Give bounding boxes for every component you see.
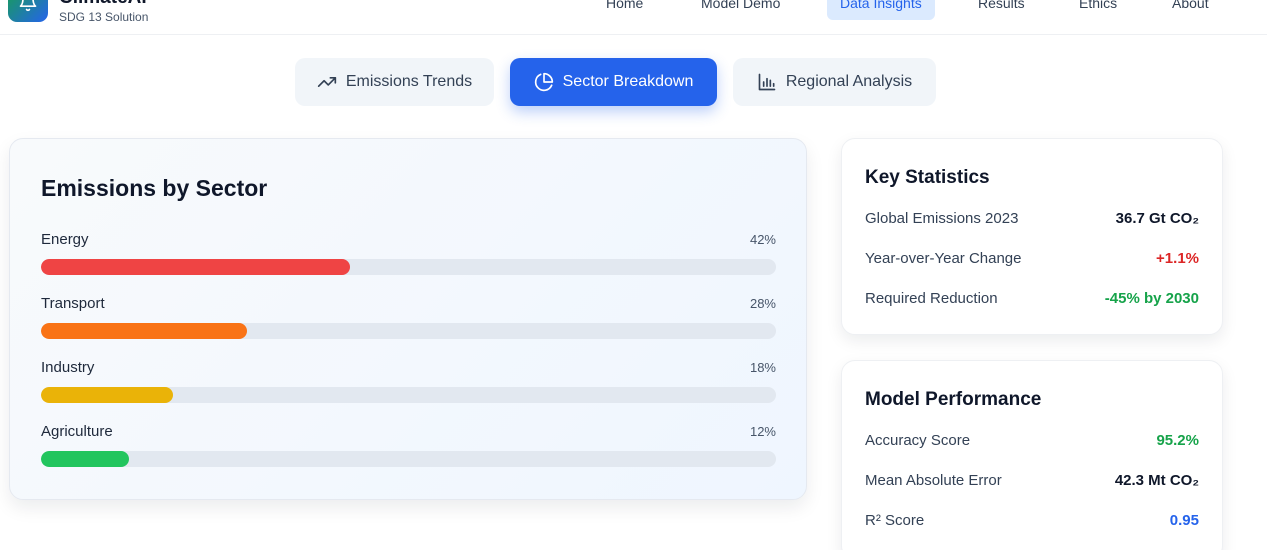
- sector-percent: 42%: [749, 232, 776, 247]
- card-title: Model Performance: [865, 389, 1042, 410]
- sector-percent: 18%: [749, 360, 776, 375]
- sector-percent: 12%: [749, 424, 776, 439]
- progress-fill: [41, 259, 350, 275]
- nav-item-home[interactable]: Home: [606, 0, 643, 20]
- tab-sector-breakdown[interactable]: Sector Breakdown: [510, 58, 717, 106]
- tab-label: Emissions Trends: [345, 73, 473, 90]
- stat-row: Year-over-Year Change +1.1%: [865, 250, 1199, 272]
- stat-value: 0.95: [1169, 512, 1199, 529]
- stat-label: Required Reduction: [865, 290, 998, 307]
- stat-label: Year-over-Year Change: [865, 250, 1022, 267]
- progress-track: [41, 451, 776, 467]
- tab-regional-analysis[interactable]: Regional Analysis: [733, 58, 936, 106]
- sector-row-agriculture: Agriculture 12%: [41, 423, 776, 469]
- stat-value: +1.1%: [1156, 250, 1199, 267]
- stat-row: Accuracy Score 95.2%: [865, 432, 1199, 454]
- stat-row: Required Reduction -45% by 2030: [865, 290, 1199, 312]
- stat-value: 95.2%: [1156, 432, 1199, 449]
- sector-percent: 28%: [749, 296, 776, 311]
- tab-emissions-trends[interactable]: Emissions Trends: [295, 58, 494, 106]
- progress-fill: [41, 323, 247, 339]
- pie-chart-icon: [534, 72, 553, 92]
- sector-name: Industry: [41, 359, 95, 376]
- stat-value: -45% by 2030: [1104, 290, 1199, 307]
- progress-track: [41, 387, 776, 403]
- sector-row-energy: Energy 42%: [41, 231, 776, 277]
- stat-value: 42.3 Mt CO₂: [1114, 472, 1199, 489]
- stat-row: Mean Absolute Error 42.3 Mt CO₂: [865, 472, 1199, 494]
- key-statistics-card: Key Statistics Global Emissions 2023 36.…: [841, 138, 1223, 335]
- nav-item-about[interactable]: About: [1172, 0, 1209, 20]
- card-title: Key Statistics: [865, 167, 990, 188]
- stat-label: Mean Absolute Error: [865, 472, 1002, 489]
- progress-track: [41, 259, 776, 275]
- nav-item-data-insights[interactable]: Data Insights: [827, 0, 935, 20]
- stat-row: Global Emissions 2023 36.7 Gt CO₂: [865, 210, 1199, 232]
- model-performance-card: Model Performance Accuracy Score 95.2% M…: [841, 360, 1223, 550]
- top-header: ClimateAI SDG 13 Solution Home Model Dem…: [0, 0, 1267, 35]
- tab-label: Sector Breakdown: [562, 73, 694, 90]
- trending-up-icon: [317, 77, 337, 87]
- sector-name: Agriculture: [41, 423, 113, 440]
- nav-item-ethics[interactable]: Ethics: [1079, 0, 1117, 20]
- bar-chart-icon: [758, 73, 776, 91]
- progress-fill: [41, 451, 130, 467]
- card-title: Emissions by Sector: [41, 175, 268, 201]
- progress-fill: [41, 387, 174, 403]
- tab-label: Regional Analysis: [785, 73, 913, 90]
- stat-label: Global Emissions 2023: [865, 210, 1019, 227]
- main-nav: Home Model Demo Data Insights Results Et…: [0, 0, 1267, 20]
- stat-value: 36.7 Gt CO₂: [1115, 210, 1199, 227]
- sector-row-industry: Industry 18%: [41, 359, 776, 405]
- stat-row: R² Score 0.95: [865, 512, 1199, 534]
- emissions-by-sector-card: Emissions by Sector Energy 42% Transport…: [9, 138, 807, 500]
- sector-name: Energy: [41, 231, 89, 248]
- nav-item-model-demo[interactable]: Model Demo: [701, 0, 780, 20]
- progress-track: [41, 323, 776, 339]
- nav-item-results[interactable]: Results: [978, 0, 1025, 20]
- sector-name: Transport: [41, 295, 105, 312]
- sector-row-transport: Transport 28%: [41, 295, 776, 341]
- stat-label: Accuracy Score: [865, 432, 971, 449]
- stat-label: R² Score: [865, 512, 925, 529]
